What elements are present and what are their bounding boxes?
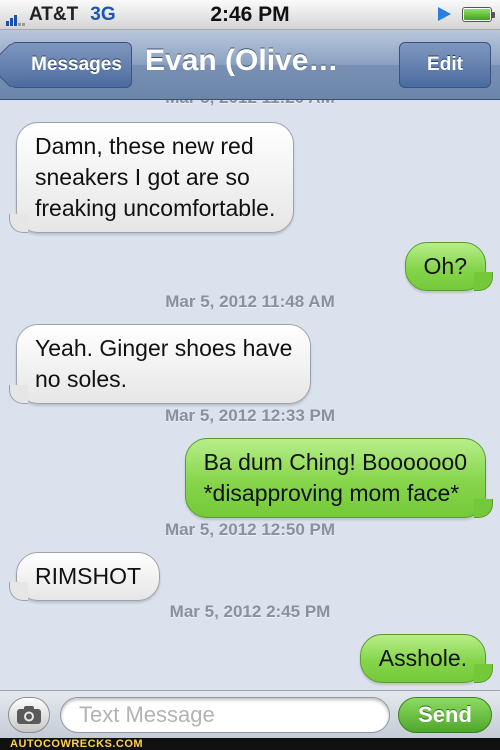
message-line: Damn, these new red — [35, 133, 254, 159]
timestamp: Mar 5, 2012 12:50 PM — [164, 520, 336, 539]
timestamp: Mar 5, 2012 11:20 AM — [0, 100, 500, 108]
message-bubble-incoming[interactable]: RIMSHOT — [8, 552, 161, 601]
conversation-title: Evan (Olive… — [145, 44, 339, 77]
timestamp: Mar 5, 2012 2:45 PM — [169, 602, 331, 621]
play-icon — [438, 7, 451, 21]
message-line: Asshole. — [378, 645, 467, 671]
edit-button[interactable]: Edit — [399, 42, 491, 88]
message-input[interactable]: Text Message — [60, 697, 390, 733]
status-bar: AT&T 3G 2:46 PM — [0, 0, 500, 30]
message-line: RIMSHOT — [35, 563, 142, 589]
message-line: Oh? — [423, 253, 467, 279]
message-line: *disapproving mom face* — [203, 480, 460, 506]
message-bubble-incoming[interactable]: Yeah. Ginger shoes have no soles. — [8, 324, 312, 404]
message-bubble-outgoing[interactable]: Oh? — [404, 242, 494, 291]
message-line: no soles. — [35, 366, 128, 392]
message-bubble-outgoing[interactable]: Ba dum Ching! Boooooo0 *disapproving mom… — [184, 438, 494, 518]
compose-bar: Text Message Send — [0, 690, 500, 738]
back-button-messages[interactable]: Messages — [10, 42, 132, 88]
watermark-text: AUTOCOWRECKS.COM — [10, 738, 144, 750]
message-bubble-incoming[interactable]: Damn, these new red sneakers I got are s… — [8, 122, 295, 233]
message-thread[interactable]: Mar 5, 2012 11:20 AM Damn, these new red… — [0, 100, 500, 690]
watermark-bar: AUTOCOWRECKS.COM — [0, 738, 500, 750]
back-button-label: Messages — [31, 54, 122, 75]
camera-button[interactable] — [8, 697, 50, 733]
message-line: Yeah. Ginger shoes have — [35, 335, 293, 361]
message-bubble-outgoing[interactable]: Asshole. — [359, 634, 494, 683]
message-line: freaking uncomfortable. — [35, 195, 276, 221]
status-time: 2:46 PM — [210, 3, 290, 26]
message-line: Ba dum Ching! Boooooo0 — [203, 449, 467, 475]
message-line: sneakers I got are so — [35, 164, 250, 190]
battery-icon — [462, 7, 495, 22]
timestamp: Mar 5, 2012 12:33 PM — [164, 406, 336, 425]
nav-bar: Messages Evan (Olive… Edit — [0, 30, 500, 100]
timestamp: Mar 5, 2012 11:48 AM — [165, 292, 335, 311]
camera-icon — [17, 706, 41, 724]
send-button[interactable]: Send — [398, 697, 492, 733]
